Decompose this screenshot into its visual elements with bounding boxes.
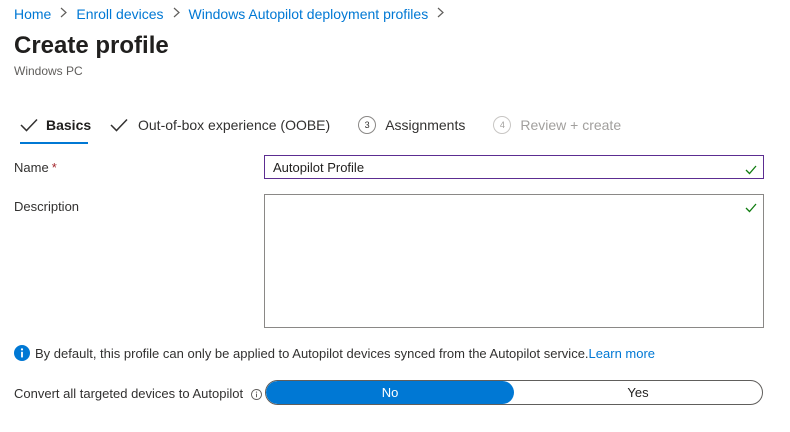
breadcrumb: Home Enroll devices Windows Autopilot de…: [14, 6, 453, 22]
breadcrumb-home-link[interactable]: Home: [14, 6, 51, 22]
checkmark-icon: [745, 162, 757, 175]
chevron-right-icon: [173, 7, 180, 21]
convert-label: Convert all targeted devices to Autopilo…: [14, 386, 263, 401]
breadcrumb-enroll-devices-link[interactable]: Enroll devices: [76, 6, 163, 22]
info-icon: [14, 345, 30, 361]
step-basics[interactable]: Basics: [20, 114, 92, 144]
page-title: Create profile: [14, 32, 169, 59]
step-review-create: 4 Review + create: [493, 114, 621, 144]
step-assignments[interactable]: 3 Assignments: [358, 114, 465, 144]
learn-more-link[interactable]: Learn more: [589, 346, 655, 361]
description-label: Description: [14, 199, 80, 214]
checkmark-icon: [20, 114, 38, 136]
step-label: Review + create: [520, 117, 622, 133]
breadcrumb-autopilot-profiles-link[interactable]: Windows Autopilot deployment profiles: [189, 6, 429, 22]
checkmark-icon: [110, 114, 130, 136]
wizard-steps: Basics Out-of-box experience (OOBE) 3 As…: [20, 114, 621, 144]
toggle-option-yes[interactable]: Yes: [514, 381, 762, 404]
convert-label-text: Convert all targeted devices to Autopilo…: [14, 386, 244, 401]
checkmark-icon: [745, 200, 757, 213]
step-oobe[interactable]: Out-of-box experience (OOBE): [110, 114, 330, 144]
description-textarea[interactable]: [264, 194, 764, 328]
name-input[interactable]: [264, 155, 764, 179]
step-label: Out-of-box experience (OOBE): [138, 117, 331, 133]
help-circle-icon[interactable]: [251, 388, 263, 400]
name-label-text: Name: [14, 160, 49, 175]
convert-toggle: No Yes: [265, 380, 763, 405]
step-number-badge: 3: [358, 116, 377, 134]
step-number-badge: 4: [493, 116, 512, 134]
toggle-option-no[interactable]: No: [266, 381, 514, 404]
info-text: By default, this profile can only be app…: [35, 345, 589, 361]
chevron-right-icon: [437, 7, 445, 21]
chevron-right-icon: [60, 7, 68, 21]
step-label: Basics: [46, 117, 92, 133]
required-marker: *: [51, 160, 57, 175]
page-subtitle: Windows PC: [14, 64, 83, 78]
name-label: Name *: [14, 160, 57, 175]
step-label: Assignments: [385, 117, 466, 133]
info-message: By default, this profile can only be app…: [14, 345, 655, 361]
